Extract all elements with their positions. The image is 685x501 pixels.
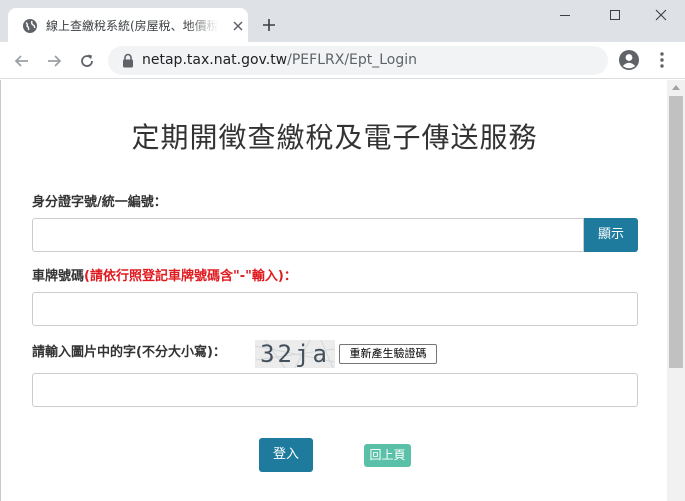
- plate-number-label: 車牌號碼(請依行照登記車牌號碼含"-"輸入)：: [32, 268, 297, 286]
- window-close-icon[interactable]: [654, 8, 668, 22]
- page-title: 定期開徵查繳稅及電子傳送服務: [131, 121, 538, 154]
- scrollbar-thumb[interactable]: [669, 96, 683, 368]
- forward-arrow-icon[interactable]: [45, 52, 63, 70]
- browser-titlebar: 線上查繳稅系統(房屋稅、地價稅: [0, 0, 685, 42]
- id-number-input[interactable]: [32, 218, 584, 252]
- profile-icon[interactable]: [618, 49, 640, 71]
- url-text: netap.tax.nat.gov.tw/PEFLRX/Ept_Login: [142, 51, 417, 70]
- menu-icon[interactable]: [660, 52, 664, 68]
- page-viewport: 定期開徵查繳稅及電子傳送服務 身分證字號/統一編號： 顯示 車牌號碼(請依行照登…: [0, 80, 667, 501]
- plate-number-input[interactable]: [32, 292, 638, 326]
- scrollbar[interactable]: [667, 80, 685, 501]
- browser-tab[interactable]: 線上查繳稅系統(房屋稅、地價稅: [8, 8, 248, 42]
- refresh-captcha-button[interactable]: 重新產生驗證碼: [339, 344, 437, 364]
- tab-title: 線上查繳稅系統(房屋稅、地價稅: [46, 19, 218, 33]
- id-number-label: 身分證字號/統一編號：: [32, 195, 167, 210]
- reload-icon[interactable]: [78, 52, 96, 70]
- login-button[interactable]: 登入: [259, 438, 313, 472]
- address-bar[interactable]: netap.tax.nat.gov.tw/PEFLRX/Ept_Login: [108, 46, 608, 75]
- captcha-label: 請輸入圖片中的字(不分大小寫)：: [32, 345, 226, 360]
- lock-icon[interactable]: [122, 53, 134, 68]
- scroll-up-icon[interactable]: [672, 84, 680, 90]
- captcha-image: 32ja: [255, 340, 335, 368]
- close-icon[interactable]: [232, 20, 244, 32]
- minimize-icon[interactable]: [558, 8, 572, 22]
- url-host: netap.tax.nat.gov.tw: [142, 52, 288, 68]
- back-button[interactable]: 回上頁: [364, 444, 411, 467]
- captcha-input[interactable]: [32, 373, 638, 407]
- captcha-text: 32ja: [260, 340, 330, 368]
- maximize-icon[interactable]: [608, 8, 622, 22]
- back-arrow-icon[interactable]: [13, 52, 31, 70]
- globe-icon: [23, 19, 37, 33]
- plate-label-text: 車牌號碼: [32, 269, 85, 284]
- browser-toolbar: netap.tax.nat.gov.tw/PEFLRX/Ept_Login: [0, 42, 685, 79]
- plus-icon[interactable]: [262, 18, 276, 32]
- url-path: /PEFLRX/Ept_Login: [287, 52, 418, 68]
- plate-format-hint: (請依行照登記車牌號碼含"-"輸入)：: [84, 269, 297, 284]
- show-button[interactable]: 顯示: [584, 218, 638, 252]
